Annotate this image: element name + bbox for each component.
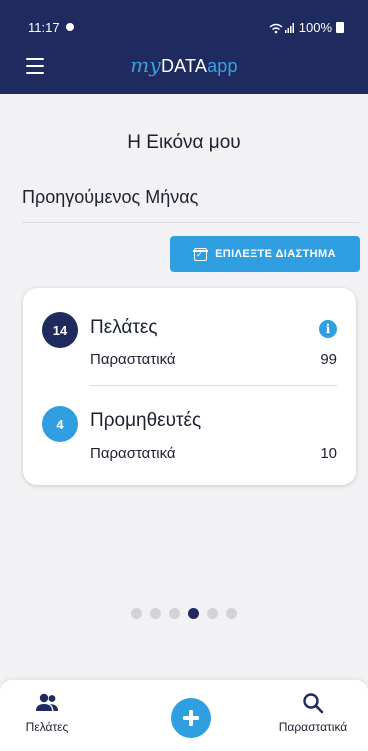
- battery-icon: [336, 22, 344, 33]
- logo-app: app: [207, 56, 238, 76]
- clients-count-badge: 14: [42, 312, 78, 348]
- page-dot[interactable]: [207, 608, 218, 619]
- period-label: Προηγούμενος Μήνας: [22, 187, 199, 207]
- summary-card: 14 Πελάτες i Παραστατικά 99 4 Προμηθευτέ…: [23, 288, 356, 485]
- nav-documents[interactable]: Παραστατικά: [268, 690, 358, 734]
- search-icon: [303, 693, 324, 714]
- page-dot[interactable]: [188, 608, 199, 619]
- page-title: Η Εικόνα μου: [127, 132, 241, 153]
- logo-data: DATA: [160, 56, 208, 76]
- status-time: 11:17: [28, 20, 60, 35]
- add-button[interactable]: [171, 698, 211, 738]
- status-right: 100%: [269, 20, 344, 35]
- suppliers-docs-value: 10: [320, 445, 337, 462]
- nav-clients-label: Πελάτες: [25, 720, 69, 734]
- logo-my: my: [130, 53, 161, 77]
- battery-percent: 100%: [298, 20, 332, 35]
- status-dot-icon: [66, 23, 74, 31]
- card-divider: [90, 385, 337, 386]
- app-bar: myDATAapp: [0, 40, 368, 94]
- page-dot[interactable]: [226, 608, 237, 619]
- plus-icon: [183, 710, 199, 726]
- select-period-button[interactable]: ΕΠΙΛΕΞΤΕ ΔΙΑΣΤΗΜΑ: [170, 236, 360, 272]
- select-period-label: ΕΠΙΛΕΞΤΕ ΔΙΑΣΤΗΜΑ: [215, 248, 336, 260]
- clients-docs-label: Παραστατικά: [90, 351, 176, 368]
- nav-documents-label: Παραστατικά: [278, 720, 348, 734]
- divider: [22, 222, 359, 223]
- page-indicator: [0, 608, 368, 619]
- clients-title: Πελάτες: [90, 317, 158, 338]
- suppliers-title: Προμηθευτές: [90, 410, 202, 431]
- page-dot[interactable]: [150, 608, 161, 619]
- app-logo: myDATAapp: [0, 53, 368, 77]
- page-dot[interactable]: [131, 608, 142, 619]
- info-icon[interactable]: i: [319, 320, 337, 338]
- status-bar: 11:17 100%: [0, 0, 368, 40]
- wifi-signal-icon: [269, 22, 294, 33]
- people-icon: [36, 693, 58, 711]
- suppliers-count-badge: 4: [42, 406, 78, 442]
- nav-clients[interactable]: Πελάτες: [22, 690, 72, 734]
- page-dot[interactable]: [169, 608, 180, 619]
- clients-docs-value: 99: [320, 351, 337, 368]
- suppliers-docs-label: Παραστατικά: [90, 445, 176, 462]
- calendar-check-icon: [193, 247, 208, 261]
